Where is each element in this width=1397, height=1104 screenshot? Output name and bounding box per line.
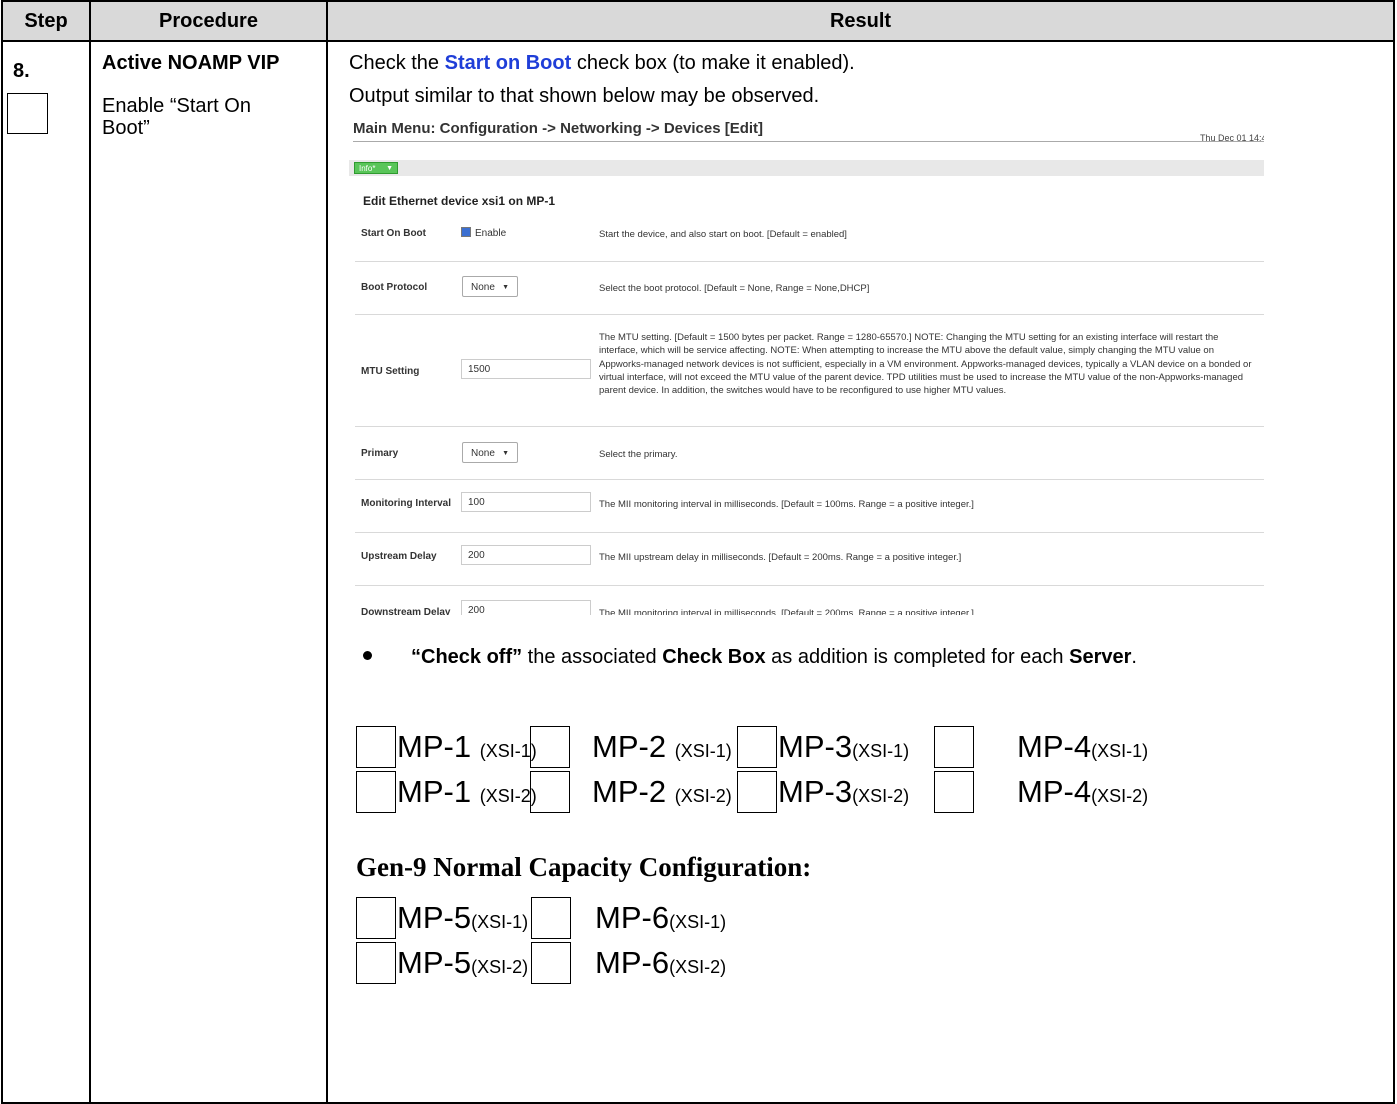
- boot-protocol-value: None: [471, 282, 495, 293]
- boot-protocol-select[interactable]: None ▼: [462, 276, 518, 297]
- mtu-desc: The MTU setting. [Default = 1500 bytes p…: [599, 332, 1252, 397]
- chevron-down-icon: ▼: [386, 165, 393, 172]
- procedure-title: Active NOAMP VIP: [102, 52, 280, 74]
- form-row-boot-protocol: Boot Protocol None ▼ Select the boot prot…: [355, 262, 1264, 315]
- checkbox-mp2-xsi2[interactable]: [530, 771, 570, 813]
- checklist-row-xsi1: MP-1 (XSI-1) MP-2 (XSI-1) MP-3(XSI-1) MP-4(…: [356, 726, 1149, 770]
- mtu-input[interactable]: 1500: [461, 359, 591, 379]
- boot-protocol-label: Boot Protocol: [361, 282, 428, 293]
- header-result: Result: [326, 0, 1395, 42]
- procedure-description: Enable “Start On Boot”: [102, 95, 251, 139]
- form-row-start-on-boot: Start On Boot Enable Start the device, a…: [355, 219, 1264, 262]
- checkbox-mp5-xsi2[interactable]: [356, 942, 396, 984]
- checkbox-mp1-xsi2[interactable]: [356, 771, 396, 813]
- start-on-boot-checkbox[interactable]: Enable: [461, 227, 506, 239]
- checkbox-mp3-xsi2[interactable]: [737, 771, 777, 813]
- result-instruction: Check the Start on Boot check box (to ma…: [349, 52, 855, 75]
- header-procedure: Procedure: [89, 0, 328, 42]
- table-header-row: Step Procedure Result: [1, 0, 1395, 42]
- bullet-part-2: the associated: [522, 646, 663, 668]
- bullet-part-4: as addition is completed for each: [765, 646, 1070, 668]
- upstream-delay-input[interactable]: 200: [461, 545, 591, 565]
- upstream-delay-label: Upstream Delay: [361, 551, 437, 562]
- server-label: MP-1 (XSI-1): [397, 729, 537, 764]
- header-step: Step: [1, 0, 91, 42]
- check-off-instruction: “Check off” the associated Check Box as …: [363, 646, 1137, 669]
- server-label: MP-3(XSI-1): [778, 729, 910, 764]
- start-on-boot-highlight: Start on Boot: [444, 52, 572, 74]
- result-instruction-post: check box (to make it enabled).: [571, 52, 855, 74]
- procedure-table: Step Procedure Result 8. Active NOAMP VI…: [1, 0, 1395, 1104]
- bullet-part-3: Check Box: [662, 646, 766, 668]
- upstream-delay-desc: The MII upstream delay in milliseconds. …: [599, 552, 962, 563]
- bullet-part-6: .: [1131, 646, 1137, 668]
- server-label: MP-5(XSI-1): [397, 900, 529, 935]
- mtu-label: MTU Setting: [361, 366, 420, 377]
- device-form: Start On Boot Enable Start the device, a…: [355, 219, 1264, 615]
- checkbox-checked-icon: [461, 227, 471, 237]
- gen9-row-xsi1: MP-5(XSI-1) MP-6(XSI-1): [356, 897, 727, 941]
- server-label: MP-6(XSI-2): [595, 945, 727, 980]
- bullet-part-1: “Check off”: [411, 646, 523, 668]
- downstream-delay-input[interactable]: 200: [461, 600, 591, 615]
- primary-select[interactable]: None ▼: [462, 442, 518, 463]
- form-row-monitoring-interval: Monitoring Interval 100 The MII monitori…: [355, 480, 1264, 533]
- primary-label: Primary: [361, 448, 399, 459]
- bullet-part-5: Server: [1069, 646, 1132, 668]
- downstream-delay-label: Downstream Delay: [361, 607, 451, 615]
- procedure-cell: Active NOAMP VIP Enable “Start On Boot”: [89, 40, 328, 1104]
- bullet-icon: [363, 651, 372, 660]
- start-on-boot-label: Start On Boot: [361, 228, 426, 239]
- server-label: MP-4(XSI-1): [1017, 729, 1149, 764]
- result-cell: Check the Start on Boot check box (to ma…: [326, 40, 1395, 1104]
- server-label: MP-2 (XSI-2): [592, 774, 732, 809]
- checkbox-mp6-xsi2[interactable]: [531, 942, 571, 984]
- server-label: MP-2 (XSI-1): [592, 729, 732, 764]
- server-label: MP-3(XSI-2): [778, 774, 910, 809]
- step-cell: 8.: [1, 40, 91, 1104]
- primary-desc: Select the primary.: [599, 449, 678, 460]
- chevron-down-icon: ▼: [502, 450, 509, 457]
- checkbox-mp6-xsi1[interactable]: [531, 897, 571, 939]
- form-row-downstream-delay: Downstream Delay 200 The MII monitoring …: [355, 586, 1264, 615]
- gen9-row-xsi2: MP-5(XSI-2) MP-6(XSI-2): [356, 942, 727, 986]
- screenshot-subtitle: Edit Ethernet device xsi1 on MP-1: [363, 194, 556, 208]
- screenshot-timestamp: Thu Dec 01 14:49:18: [1199, 133, 1264, 143]
- table-row: 8. Active NOAMP VIP Enable “Start On Boo…: [1, 40, 1395, 1104]
- info-button[interactable]: Info* ▼: [354, 162, 398, 174]
- checkbox-mp1-xsi1[interactable]: [356, 726, 396, 768]
- result-instruction-pre: Check the: [349, 52, 445, 74]
- screenshot-divider: [353, 141, 1264, 142]
- chevron-down-icon: ▼: [502, 284, 509, 291]
- primary-value: None: [471, 448, 495, 459]
- step-checkbox[interactable]: [7, 93, 48, 134]
- start-on-boot-value: Enable: [475, 228, 507, 239]
- checkbox-mp4-xsi1[interactable]: [934, 726, 974, 768]
- result-output-note: Output similar to that shown below may b…: [349, 85, 820, 107]
- info-button-label: Info*: [359, 164, 376, 173]
- step-number: 8.: [13, 60, 30, 82]
- server-label: MP-1 (XSI-2): [397, 774, 537, 809]
- start-on-boot-desc: Start the device, and also start on boot…: [599, 229, 847, 240]
- screenshot-toolbar: Info* ▼: [349, 160, 1264, 176]
- boot-protocol-desc: Select the boot protocol. [Default = Non…: [599, 283, 870, 294]
- monitoring-interval-label: Monitoring Interval: [361, 498, 451, 509]
- form-row-upstream-delay: Upstream Delay 200 The MII upstream dela…: [355, 533, 1264, 586]
- checkbox-mp4-xsi2[interactable]: [934, 771, 974, 813]
- server-label: MP-6(XSI-1): [595, 900, 727, 935]
- monitoring-interval-desc: The MII monitoring interval in milliseco…: [599, 499, 974, 510]
- checkbox-mp5-xsi1[interactable]: [356, 897, 396, 939]
- checklist-row-xsi2: MP-1 (XSI-2) MP-2 (XSI-2) MP-3(XSI-2) MP-4(…: [356, 771, 1149, 815]
- server-label: MP-5(XSI-2): [397, 945, 529, 980]
- checkbox-mp2-xsi1[interactable]: [530, 726, 570, 768]
- form-row-mtu: MTU Setting 1500 The MTU setting. [Defau…: [355, 315, 1264, 427]
- checkbox-mp3-xsi1[interactable]: [737, 726, 777, 768]
- screenshot-title: Main Menu: Configuration -> Networking -…: [353, 120, 764, 137]
- monitoring-interval-input[interactable]: 100: [461, 492, 591, 512]
- form-row-primary: Primary None ▼ Select the primary.: [355, 427, 1264, 480]
- server-label: MP-4(XSI-2): [1017, 774, 1149, 809]
- gen9-title: Gen-9 Normal Capacity Configuration:: [356, 852, 812, 882]
- downstream-delay-desc: The MII monitoring interval in milliseco…: [599, 608, 974, 615]
- embedded-screenshot: Main Menu: Configuration -> Networking -…: [349, 115, 1264, 615]
